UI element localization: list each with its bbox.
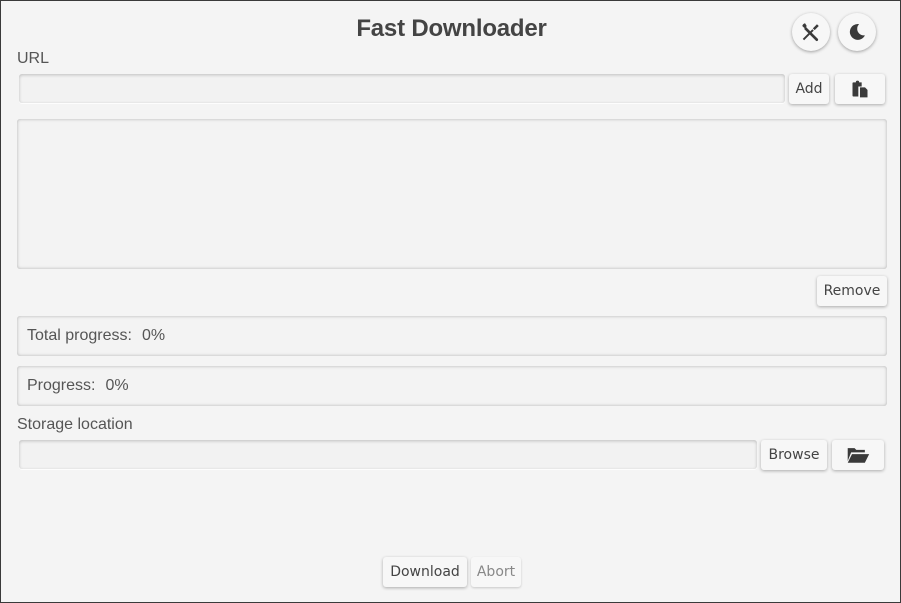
remove-button[interactable]: Remove [817, 276, 887, 306]
add-button[interactable]: Add [789, 74, 829, 104]
storage-location-input[interactable] [19, 440, 757, 469]
add-button-label: Add [795, 81, 823, 97]
app-title: Fast Downloader [356, 15, 547, 42]
tools-icon [802, 23, 819, 42]
download-button-label: Download [390, 564, 460, 580]
browse-button-label: Browse [768, 447, 820, 463]
theme-toggle-button[interactable] [838, 13, 876, 51]
url-input[interactable] [19, 74, 785, 103]
progress-label: Progress: [27, 377, 96, 394]
moon-icon [849, 23, 865, 40]
remove-button-label: Remove [823, 283, 881, 299]
total-progress-bar: Total progress: 0% [17, 316, 887, 356]
total-progress-value: 0% [141, 327, 166, 344]
storage-location-label: Storage location [17, 416, 133, 433]
abort-button-label: Abort [476, 564, 516, 580]
url-label: URL [17, 50, 50, 67]
settings-button[interactable] [792, 13, 830, 51]
open-folder-button[interactable] [832, 440, 884, 470]
progress-bar: Progress: 0% [17, 366, 887, 406]
paste-button[interactable] [835, 74, 885, 104]
progress-value: 0% [105, 377, 129, 394]
browse-button[interactable]: Browse [761, 440, 827, 470]
total-progress-label: Total progress: [27, 327, 132, 344]
download-button[interactable]: Download [383, 557, 467, 587]
abort-button[interactable]: Abort [471, 557, 521, 587]
url-list[interactable] [17, 119, 887, 269]
clipboard-icon [852, 80, 868, 98]
folder-open-icon [847, 448, 870, 463]
